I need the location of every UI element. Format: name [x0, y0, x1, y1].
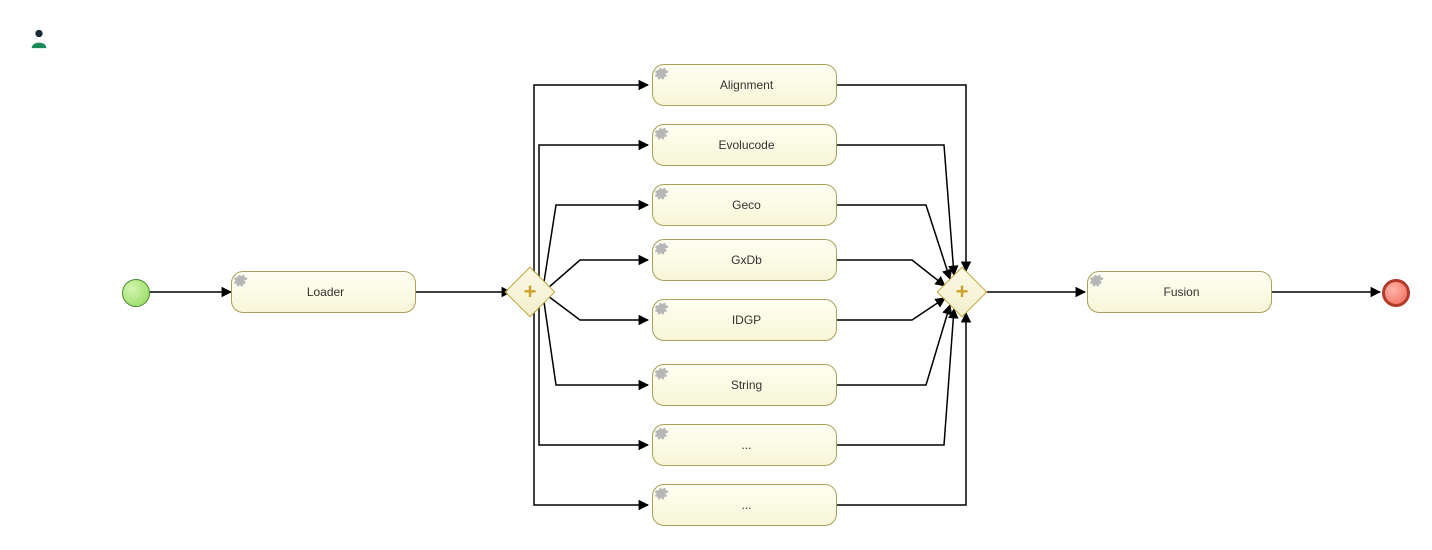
plus-icon: + [944, 274, 980, 310]
task-alignment[interactable]: Alignment [652, 64, 837, 106]
start-event[interactable] [122, 279, 150, 307]
task-label: IDGP [679, 313, 836, 327]
task-geco[interactable]: Geco [652, 184, 837, 226]
gear-icon [661, 196, 679, 214]
end-event[interactable] [1382, 279, 1410, 307]
task-label: Geco [679, 198, 836, 212]
task-fusion[interactable]: Fusion [1087, 271, 1272, 313]
gear-icon [661, 136, 679, 154]
task-label: String [679, 378, 836, 392]
task-label: Fusion [1114, 285, 1271, 299]
task-evolucode[interactable]: Evolucode [652, 124, 837, 166]
gear-icon [661, 76, 679, 94]
plus-icon: + [512, 274, 548, 310]
parallel-gateway-split[interactable]: + [512, 274, 548, 310]
gear-icon [240, 283, 258, 301]
gear-icon [661, 376, 679, 394]
task-label: Alignment [679, 78, 836, 92]
task-loader[interactable]: Loader [231, 271, 416, 313]
gear-icon [661, 496, 679, 514]
task-idgp[interactable]: IDGP [652, 299, 837, 341]
task-placeholder-2[interactable]: ... [652, 484, 837, 526]
task-label: Loader [258, 285, 415, 299]
task-label: Evolucode [679, 138, 836, 152]
actor-icon [28, 28, 50, 50]
gear-icon [661, 251, 679, 269]
task-label: ... [679, 438, 836, 452]
task-gxdb[interactable]: GxDb [652, 239, 837, 281]
parallel-gateway-merge[interactable]: + [944, 274, 980, 310]
task-string[interactable]: String [652, 364, 837, 406]
task-label: GxDb [679, 253, 836, 267]
task-label: ... [679, 498, 836, 512]
gear-icon [661, 436, 679, 454]
gear-icon [1096, 283, 1114, 301]
task-placeholder-1[interactable]: ... [652, 424, 837, 466]
gear-icon [661, 311, 679, 329]
